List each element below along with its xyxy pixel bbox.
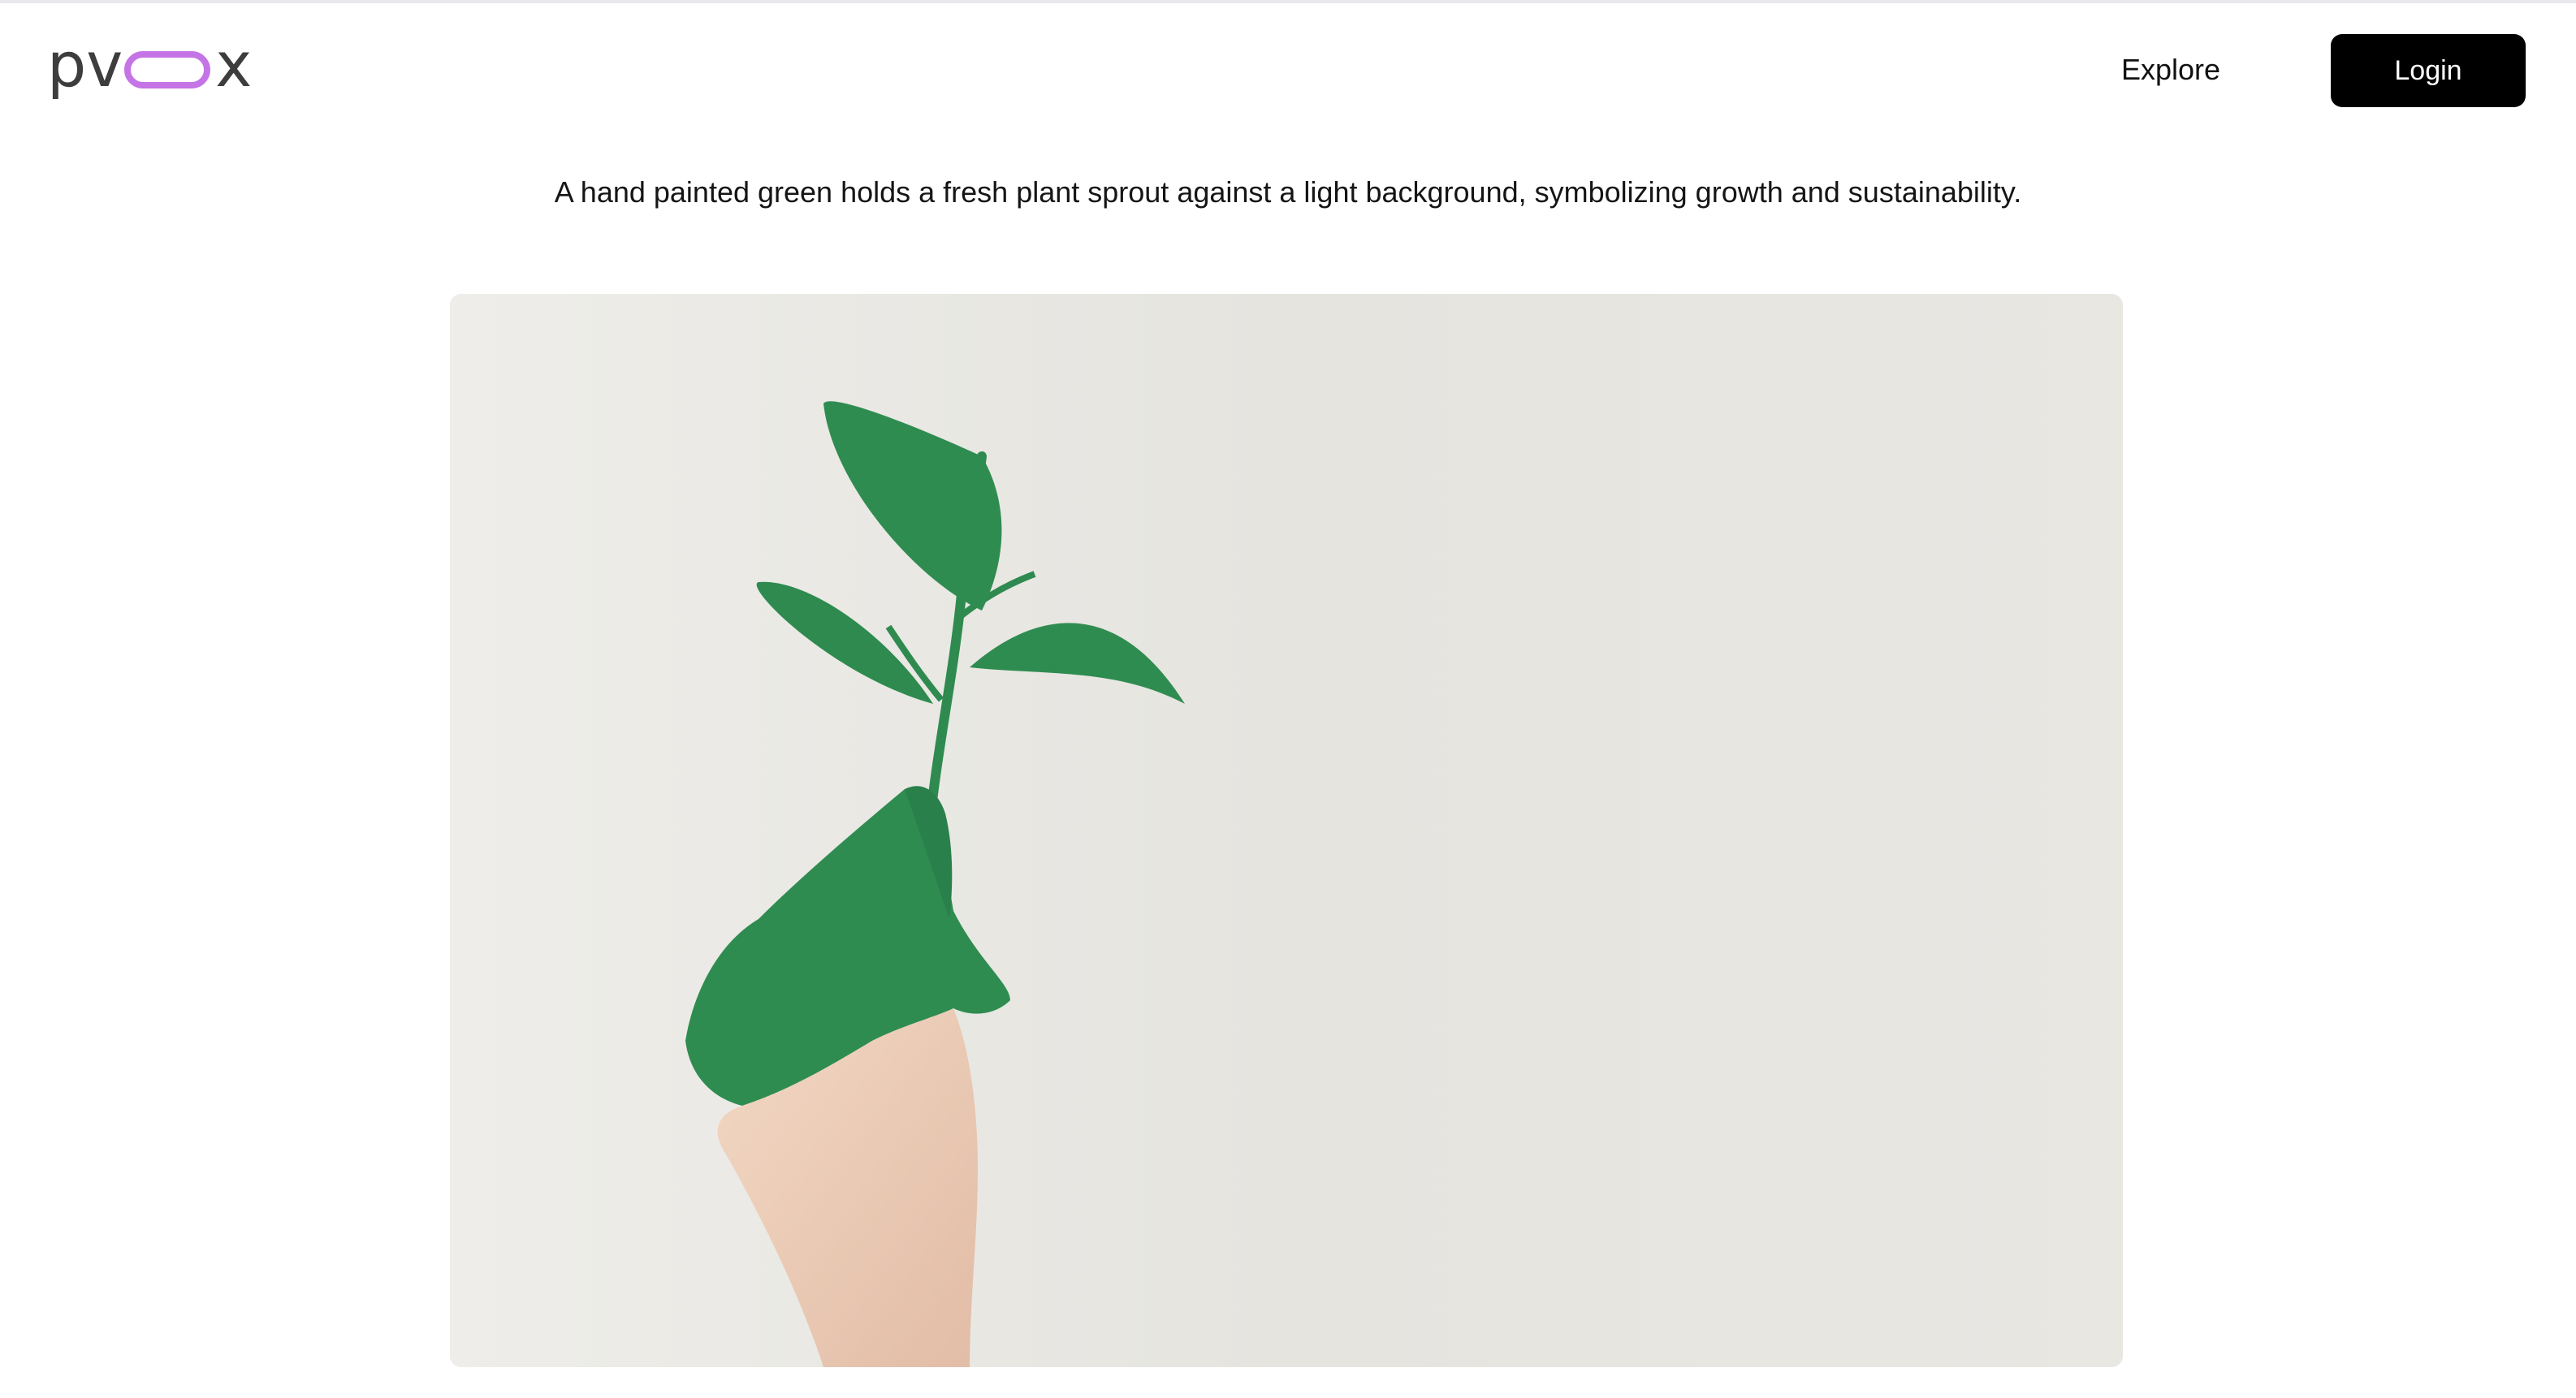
- logo-text-prefix: pv: [47, 28, 123, 101]
- nav-explore-link[interactable]: Explore: [2121, 50, 2220, 89]
- brand-logo[interactable]: pv x: [47, 32, 252, 97]
- login-button[interactable]: Login: [2331, 34, 2526, 107]
- logo-pill-icon: [124, 51, 211, 88]
- image-caption: A hand painted green holds a fresh plant…: [554, 175, 2022, 209]
- main-photo: [450, 294, 2123, 1367]
- logo-text-suffix: x: [215, 28, 253, 101]
- site-header: pv x Explore Login: [0, 3, 2576, 133]
- hand-holding-sprout-image: [450, 294, 2123, 1367]
